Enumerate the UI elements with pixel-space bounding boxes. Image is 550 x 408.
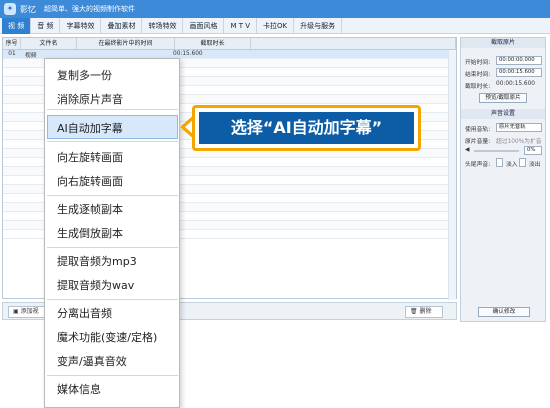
ai-subtitle-menu-item[interactable]: AI自动加字幕 [57, 120, 123, 136]
menu-separator [47, 141, 178, 142]
speaker-icon: ◀ [465, 147, 470, 153]
fade-label: 头尾声音: [465, 162, 491, 168]
fade-in-checkbox[interactable] [496, 158, 503, 167]
column-duration: 截取时长 [175, 38, 251, 49]
end-time-field[interactable]: 00:00:15.600 [496, 68, 542, 77]
menu-separator [47, 195, 178, 196]
rotate-left-menu-item[interactable]: 向左旋转画面 [57, 149, 123, 165]
title-bar: ✦ 影忆 超简单、强大的视频制作软件 [0, 0, 550, 18]
mute-original-menu-item[interactable]: 消除原片声音 [57, 91, 123, 107]
voice-effects-menu-item[interactable]: 变声/逼真音效 [57, 353, 127, 369]
confirm-button[interactable]: 确认修改 [478, 307, 530, 317]
duration-value: 00:00:15.600 [496, 81, 535, 87]
volume-slider[interactable] [474, 150, 519, 152]
column-time: 在最终影片中的时间 [77, 38, 175, 49]
audio-section-title: 声音设置 [461, 109, 545, 119]
menu-separator [47, 109, 178, 110]
magic-function-menu-item[interactable]: 魔术功能(变速/定格) [57, 329, 157, 345]
clip-settings-panel: 截取原片 开始时间: 00:00:00.000 结束时间: 00:00:15.6… [460, 37, 546, 322]
top-menu: 视 频 音 频 字幕特效 叠加素材 转场特效 画面风格 M T V 卡拉OK 升… [0, 18, 550, 34]
app-name: 影忆 [20, 4, 36, 14]
video-editor-window: ✦ 影忆 超简单、强大的视频制作软件 视 频 音 频 字幕特效 叠加素材 转场特… [0, 0, 550, 408]
column-extra [251, 38, 456, 49]
volume-hint: 超过100%为扩音 [496, 139, 542, 145]
app-logo-icon: ✦ [4, 3, 16, 15]
add-video-icon: ▣ [13, 308, 21, 315]
menu-separator [47, 299, 178, 300]
add-video-label: 添加视 [20, 308, 39, 315]
fade-in-label: 淡入 [506, 162, 518, 168]
delete-button[interactable]: 🗑 删除 [405, 306, 443, 318]
fade-out-checkbox[interactable] [519, 158, 526, 167]
volume-value[interactable]: 0% [524, 146, 542, 155]
extract-wav-menu-item[interactable]: 提取音频为wav [57, 277, 134, 293]
tab-mtv[interactable]: M T V [224, 18, 258, 34]
track-select[interactable]: 原片无音轨 [496, 123, 542, 132]
context-menu: 复制多一份 消除原片声音 AI自动加字幕 向左旋转画面 向右旋转画面 生成逐帧副… [44, 58, 180, 408]
column-filename: 文件名 [21, 38, 77, 49]
volume-label: 原片音量: [465, 139, 491, 145]
app-subtitle: 超简单、强大的视频制作软件 [44, 5, 135, 13]
tab-style[interactable]: 画面风格 [183, 18, 225, 34]
tab-overlay[interactable]: 叠加素材 [101, 18, 143, 34]
trash-icon: 🗑 [410, 308, 420, 315]
clip-section-title: 截取原片 [461, 38, 545, 48]
tab-audio[interactable]: 音 频 [31, 18, 61, 34]
copy-menu-item[interactable]: 复制多一份 [57, 67, 112, 83]
column-index: 序号 [3, 38, 21, 49]
add-video-button[interactable]: ▣ 添加视 [8, 306, 45, 318]
extract-mp3-menu-item[interactable]: 提取音频为mp3 [57, 253, 137, 269]
tab-karaoke[interactable]: 卡拉OK [257, 18, 295, 34]
start-time-field[interactable]: 00:00:00.000 [496, 56, 542, 65]
media-info-menu-item[interactable]: 媒体信息 [57, 381, 101, 397]
preview-trim-button[interactable]: 预览/截取原片 [479, 93, 527, 103]
tab-video[interactable]: 视 频 [2, 18, 32, 34]
start-label: 开始时间: [465, 60, 491, 66]
reverse-copy-menu-item[interactable]: 生成倒放副本 [57, 225, 123, 241]
table-scrollbar[interactable] [448, 50, 456, 300]
end-label: 结束时间: [465, 72, 491, 78]
table-header: 序号 文件名 在最终影片中的时间 截取时长 [3, 38, 456, 50]
delete-label: 删除 [419, 308, 432, 315]
fade-out-label: 淡出 [529, 162, 541, 168]
frame-copy-menu-item[interactable]: 生成逐帧副本 [57, 201, 123, 217]
instruction-callout: 选择“AI自动加字幕” [192, 105, 421, 151]
separate-audio-menu-item[interactable]: 分离出音频 [57, 305, 112, 321]
menu-separator [47, 375, 178, 376]
rotate-right-menu-item[interactable]: 向右旋转画面 [57, 173, 123, 189]
row-index: 01 [8, 51, 16, 57]
duration-label: 截取时长: [465, 84, 491, 90]
menu-separator [47, 247, 178, 248]
tab-subtitles[interactable]: 字幕特效 [60, 18, 102, 34]
tab-upgrade[interactable]: 升级与服务 [294, 18, 343, 34]
row-time: 00:15.600 [173, 51, 203, 57]
tab-transitions[interactable]: 转场特效 [142, 18, 184, 34]
track-label: 使用音轨: [465, 127, 491, 133]
callout-text: 选择“AI自动加字幕” [199, 112, 414, 144]
